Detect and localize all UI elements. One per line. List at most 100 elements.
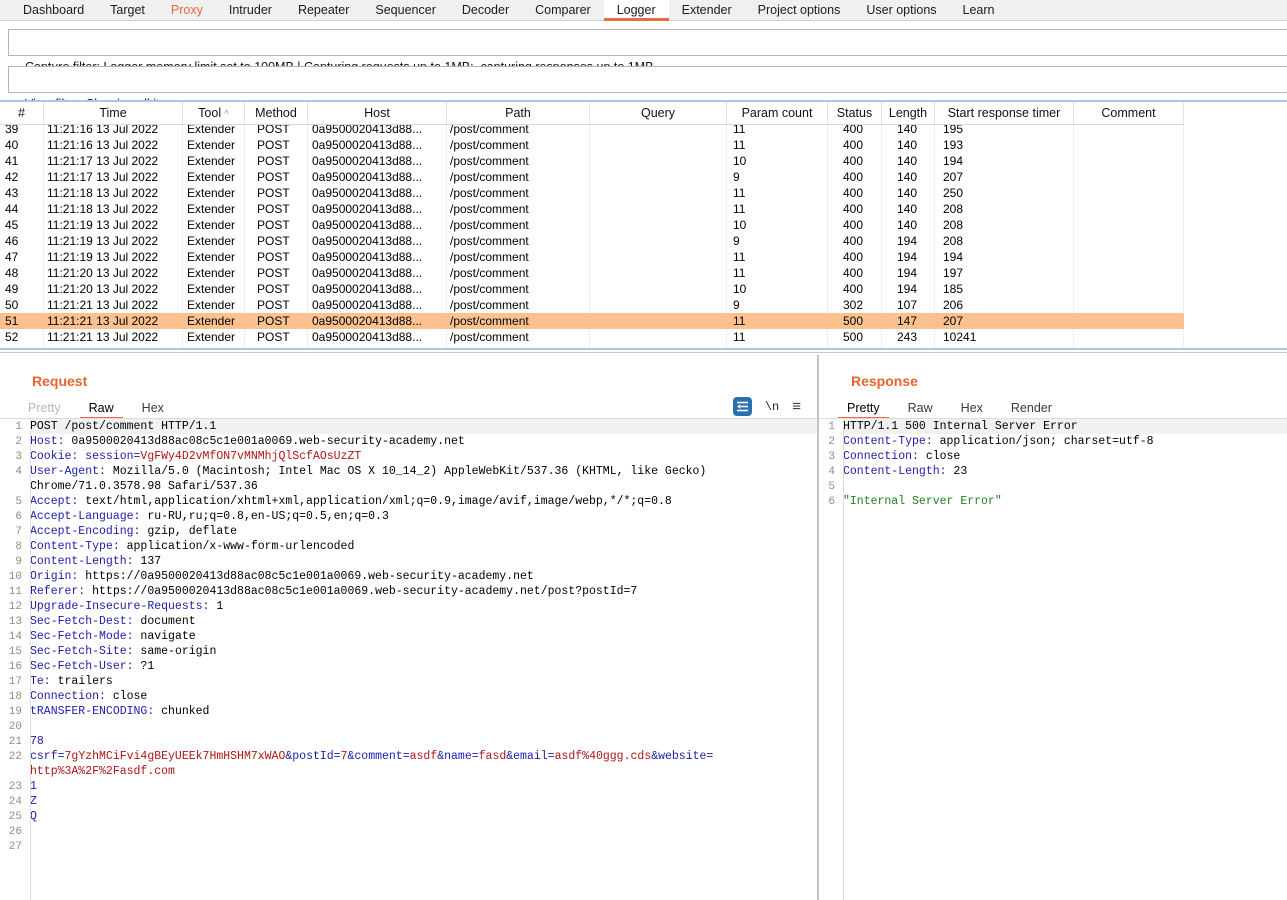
table-row[interactable]: 5011:21:21 13 Jul 2022ExtenderPOST0a9500… bbox=[0, 297, 1184, 313]
pretty-print-toggle-icon[interactable] bbox=[733, 397, 752, 416]
cell-tool: Extender bbox=[183, 249, 245, 265]
top-tab-extender[interactable]: Extender bbox=[669, 0, 745, 20]
cell-start-response-timer: 207 bbox=[935, 169, 1074, 185]
editor-line: 16Sec-Fetch-User: ?1 bbox=[0, 659, 817, 674]
top-tab-decoder[interactable]: Decoder bbox=[449, 0, 522, 20]
top-tab-project-options[interactable]: Project options bbox=[745, 0, 854, 20]
cell-time: 11:21:22 13 Jul 2022 bbox=[44, 345, 183, 350]
table-row[interactable]: 4711:21:19 13 Jul 2022ExtenderPOST0a9500… bbox=[0, 249, 1184, 265]
cell-method: POST bbox=[245, 281, 308, 297]
top-tab-target[interactable]: Target bbox=[97, 0, 158, 20]
cell-param-count: 11 bbox=[727, 313, 828, 329]
editor-line: 3Cookie: session=VgFWy4D2vMfON7vMNMhjQlS… bbox=[0, 449, 817, 464]
cell-comment bbox=[1074, 345, 1184, 350]
table-row[interactable]: 5211:21:21 13 Jul 2022ExtenderPOST0a9500… bbox=[0, 329, 1184, 345]
response-tab-render[interactable]: Render bbox=[997, 399, 1066, 417]
cell-length: 194 bbox=[882, 265, 935, 281]
cell-host: 0a9500020413d88... bbox=[308, 313, 447, 329]
cell-time: 11:21:21 13 Jul 2022 bbox=[44, 329, 183, 345]
cell-path: /post/comment bbox=[447, 313, 590, 329]
table-row[interactable]: 4011:21:16 13 Jul 2022ExtenderPOST0a9500… bbox=[0, 137, 1184, 153]
view-filter-bar[interactable]: View filter: Showing all items bbox=[8, 66, 1287, 93]
cell-param-count: 11 bbox=[727, 265, 828, 281]
column-header--[interactable]: # bbox=[0, 102, 44, 124]
cell-num: 50 bbox=[0, 297, 44, 313]
request-tab-raw[interactable]: Raw bbox=[75, 399, 128, 417]
cell-tool: Extender bbox=[183, 201, 245, 217]
line-number: 7 bbox=[0, 525, 26, 540]
column-header-comment[interactable]: Comment bbox=[1074, 102, 1184, 124]
response-tab-raw[interactable]: Raw bbox=[894, 399, 947, 417]
cell-query bbox=[590, 329, 727, 345]
column-header-status[interactable]: Status bbox=[828, 102, 882, 124]
top-tab-intruder[interactable]: Intruder bbox=[216, 0, 285, 20]
table-row[interactable]: 4111:21:17 13 Jul 2022ExtenderPOST0a9500… bbox=[0, 153, 1184, 169]
editor-line: 9Content-Length: 137 bbox=[0, 554, 817, 569]
cell-host: 0a9500020413d88... bbox=[308, 249, 447, 265]
top-tab-comparer[interactable]: Comparer bbox=[522, 0, 604, 20]
top-tab-sequencer[interactable]: Sequencer bbox=[362, 0, 448, 20]
cell-start-response-timer: 222 bbox=[935, 345, 1074, 350]
top-tab-proxy[interactable]: Proxy bbox=[158, 0, 216, 20]
cell-time: 11:21:21 13 Jul 2022 bbox=[44, 313, 183, 329]
top-tab-dashboard[interactable]: Dashboard bbox=[10, 0, 97, 20]
column-header-method[interactable]: Method bbox=[245, 102, 308, 124]
cell-method: POST bbox=[245, 201, 308, 217]
cell-host: 0a9500020413d88... bbox=[308, 169, 447, 185]
sort-ascending-icon: ^ bbox=[224, 109, 229, 120]
cell-query bbox=[590, 137, 727, 153]
line-number: 21 bbox=[0, 735, 26, 750]
cell-path: /post/comment bbox=[447, 345, 590, 350]
newline-visibility-toggle-icon[interactable]: \n bbox=[765, 400, 779, 414]
line-number: 5 bbox=[819, 480, 839, 495]
cell-method: POST bbox=[245, 345, 308, 350]
table-row[interactable]: 4211:21:17 13 Jul 2022ExtenderPOST0a9500… bbox=[0, 169, 1184, 185]
column-header-host[interactable]: Host bbox=[308, 102, 447, 124]
capture-filter-bar[interactable]: Capture filter: Logger memory limit set … bbox=[8, 29, 1287, 56]
cell-param-count: 10 bbox=[727, 217, 828, 233]
column-header-length[interactable]: Length bbox=[882, 102, 935, 124]
table-row-selected[interactable]: 5111:21:21 13 Jul 2022ExtenderPOST0a9500… bbox=[0, 313, 1184, 329]
table-row[interactable]: 5311:21:22 13 Jul 2022ExtenderPOST0a9500… bbox=[0, 345, 1184, 350]
cell-param-count: 11 bbox=[727, 345, 828, 350]
cell-query bbox=[590, 297, 727, 313]
cell-tool: Extender bbox=[183, 265, 245, 281]
cell-param-count: 10 bbox=[727, 153, 828, 169]
column-header-path[interactable]: Path bbox=[447, 102, 590, 124]
column-header-param-count[interactable]: Param count bbox=[727, 102, 828, 124]
log-table-body: 3911:21:16 13 Jul 2022ExtenderPOST0a9500… bbox=[0, 121, 1184, 350]
request-tab-hex[interactable]: Hex bbox=[128, 399, 178, 417]
editor-current-line: 1POST /post/comment HTTP/1.1 bbox=[0, 419, 817, 434]
table-row[interactable]: 4811:21:20 13 Jul 2022ExtenderPOST0a9500… bbox=[0, 265, 1184, 281]
column-header-time[interactable]: Time bbox=[44, 102, 183, 124]
request-tab-pretty[interactable]: Pretty bbox=[14, 399, 75, 417]
top-tab-logger[interactable]: Logger bbox=[604, 0, 669, 20]
cell-time: 11:21:19 13 Jul 2022 bbox=[44, 249, 183, 265]
response-tab-hex[interactable]: Hex bbox=[947, 399, 997, 417]
line-number: 16 bbox=[0, 660, 26, 675]
line-number: 12 bbox=[0, 600, 26, 615]
request-editor[interactable]: 1POST /post/comment HTTP/1.12Host: 0a950… bbox=[0, 419, 817, 900]
editor-line: 6Accept-Language: ru-RU,ru;q=0.8,en-US;q… bbox=[0, 509, 817, 524]
cell-query bbox=[590, 217, 727, 233]
column-header-start-response-timer[interactable]: Start response timer bbox=[935, 102, 1074, 124]
table-row[interactable]: 4611:21:19 13 Jul 2022ExtenderPOST0a9500… bbox=[0, 233, 1184, 249]
table-row[interactable]: 4511:21:19 13 Jul 2022ExtenderPOST0a9500… bbox=[0, 217, 1184, 233]
column-header-query[interactable]: Query bbox=[590, 102, 727, 124]
cell-status: 400 bbox=[828, 201, 882, 217]
response-tab-pretty[interactable]: Pretty bbox=[833, 399, 894, 417]
cell-time: 11:21:16 13 Jul 2022 bbox=[44, 137, 183, 153]
cell-start-response-timer: 194 bbox=[935, 249, 1074, 265]
table-row[interactable]: 4911:21:20 13 Jul 2022ExtenderPOST0a9500… bbox=[0, 281, 1184, 297]
table-row[interactable]: 4311:21:18 13 Jul 2022ExtenderPOST0a9500… bbox=[0, 185, 1184, 201]
editor-menu-icon[interactable]: ≡ bbox=[792, 397, 801, 416]
cell-length: 194 bbox=[882, 281, 935, 297]
column-header-tool[interactable]: Tool^ bbox=[183, 102, 245, 124]
top-tab-learn[interactable]: Learn bbox=[950, 0, 1008, 20]
table-row[interactable]: 4411:21:18 13 Jul 2022ExtenderPOST0a9500… bbox=[0, 201, 1184, 217]
response-editor[interactable]: 1HTTP/1.1 500 Internal Server Error2Cont… bbox=[819, 419, 1287, 900]
cell-num: 46 bbox=[0, 233, 44, 249]
cell-num: 49 bbox=[0, 281, 44, 297]
top-tab-user-options[interactable]: User options bbox=[853, 0, 949, 20]
top-tab-repeater[interactable]: Repeater bbox=[285, 0, 362, 20]
